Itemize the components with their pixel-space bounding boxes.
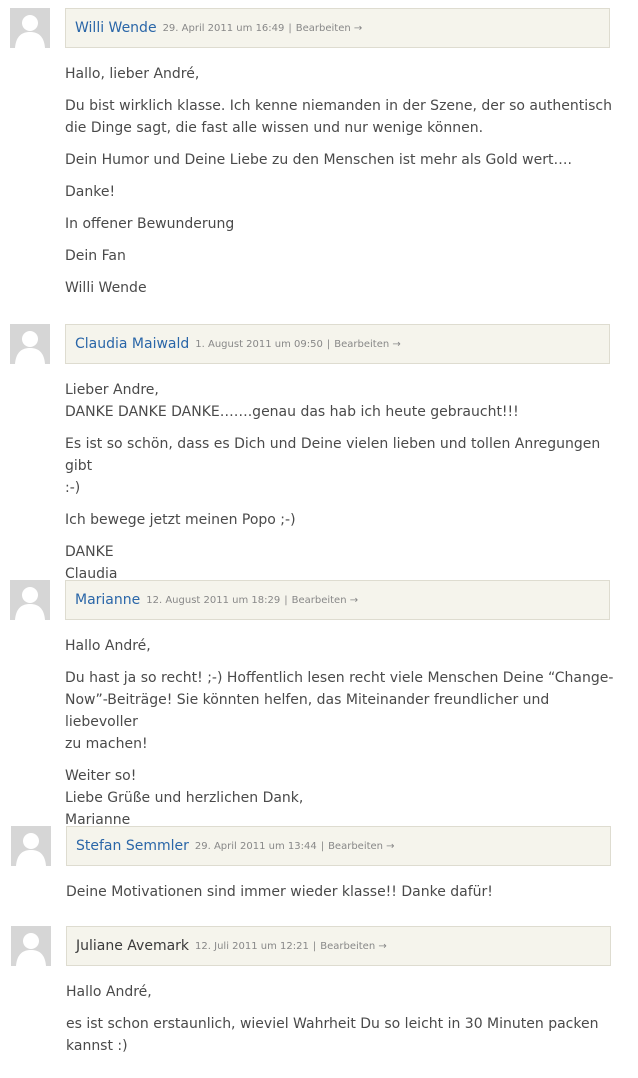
comment-paragraph: Hallo, lieber André, [65,63,620,85]
comment-date[interactable]: 29. April 2011 um 16:49 [163,23,285,34]
comment-paragraph: Es ist so schön, dass es Dich und Deine … [65,433,620,499]
avatar-icon [10,8,50,48]
comment-text-line: Es ist so schön, dass es Dich und Deine … [65,436,601,474]
comment-body: Hallo André, es ist schon erstaunlich, wi… [66,981,621,1067]
comment-text-line: In offener Bewunderung [65,216,235,232]
comment-paragraph: DANKE Claudia [65,541,620,585]
comment-text-line: es ist schon erstaunlich, wieviel Wahrhe… [66,1016,599,1032]
comment-date[interactable]: 12. August 2011 um 18:29 [146,595,280,606]
comment-meta: Claudia Maiwald 1. August 2011 um 09:50 | B… [65,324,610,364]
edit-link[interactable]: Bearbeiten → [334,339,401,350]
comment-text-line: kannst :) [66,1038,128,1054]
comment-author-link[interactable]: Marianne [75,592,140,608]
comment-paragraph: es ist schon erstaunlich, wieviel Wahrhe… [66,1013,621,1057]
comment-text-line: Danke! [65,184,116,200]
comment-text-line: Hallo André, [65,638,151,654]
comment-body: Hallo André, Du hast ja so recht! ;-) Hof… [65,635,620,841]
comment-text-line: Hallo, lieber André, [65,66,200,82]
comment-text-line: Du bist wirklich klasse. Ich kenne niema… [65,98,612,114]
edit-link[interactable]: Bearbeiten → [320,941,387,952]
comment-author-link: Juliane Avemark [76,938,190,954]
comment-text-line: Hallo André, [66,984,152,1000]
comment-paragraph: Du bist wirklich klasse. Ich kenne niema… [65,95,620,139]
comment-text-line: Du hast ja so recht! ;-) Hoffentlich les… [65,670,614,686]
comment-body: Lieber Andre, DANKE DANKE DANKE…….genau d… [65,379,620,595]
comment-meta: Stefan Semmler 29. April 2011 um 13:44 | Be… [66,826,611,866]
comment-text-line: die Dinge sagt, die fast alle wissen und… [65,120,484,136]
avatar-icon [10,324,50,364]
comment-paragraph: Lieber Andre, DANKE DANKE DANKE…….genau d… [65,379,620,423]
comment-paragraph: Hallo André, [66,981,621,1003]
comment-text-line: Weiter so! [65,768,137,784]
comment-paragraph: Hallo André, [65,635,620,657]
meta-separator: | [284,594,288,606]
comment-paragraph: Dein Fan [65,245,620,267]
edit-link[interactable]: Bearbeiten → [292,595,359,606]
comment-text-line: Liebe Grüße und herzlichen Dank, [65,790,304,806]
comment-paragraph: Willi Wende [65,277,620,299]
edit-link[interactable]: Bearbeiten → [296,23,363,34]
meta-separator: | [326,338,331,350]
comment-text-line: zu machen! [65,736,148,752]
comment-paragraph: Deine Motivationen sind immer wieder kla… [66,881,621,903]
comment-author-link[interactable]: Stefan Semmler [76,838,189,854]
comment-meta: Willi Wende 29. April 2011 um 16:49 | Bearb… [65,8,610,48]
edit-link[interactable]: Bearbeiten → [328,841,395,852]
comment-text-line: Deine Motivationen sind immer wieder kla… [66,884,493,900]
meta-separator: | [312,940,317,952]
comment-author-link[interactable]: Claudia Maiwald [75,336,189,352]
comment-text-line: Willi Wende [65,280,147,296]
comment-paragraph: Du hast ja so recht! ;-) Hoffentlich les… [65,667,620,755]
avatar-icon [10,580,50,620]
comment-date[interactable]: 12. Juli 2011 um 12:21 [195,941,309,952]
comment-paragraph: Weiter so! Liebe Grüße und herzlichen Dan… [65,765,620,831]
meta-separator: | [288,22,292,34]
avatar-icon [11,926,51,966]
comment-paragraph: In offener Bewunderung [65,213,620,235]
comment-text-line: DANKE DANKE DANKE…….genau das hab ich he… [65,404,519,420]
comment-text-line: DANKE [65,544,114,560]
comment-text-line: Lieber Andre, [65,382,159,398]
comment-author-link[interactable]: Willi Wende [75,20,157,36]
comment-text-line: :-) [65,480,81,496]
comment-date[interactable]: 1. August 2011 um 09:50 [195,339,323,350]
comment-meta: Marianne 12. August 2011 um 18:29 | Bearbei… [65,580,610,620]
comment-text-line: Dein Humor und Deine Liebe zu den Mensch… [65,152,572,168]
meta-separator: | [320,840,325,852]
comment-text-line: Now”-Beiträge! Sie könnten helfen, das M… [65,692,550,730]
comment-body: Hallo, lieber André, Du bist wirklich kla… [65,63,620,309]
comment-text-line: Ich bewege jetzt meinen Popo ;-) [65,512,296,528]
comment-text-line: Dein Fan [65,248,126,264]
comment-paragraph: Ich bewege jetzt meinen Popo ;-) [65,509,620,531]
comment-date[interactable]: 29. April 2011 um 13:44 [195,841,317,852]
comment-body: Deine Motivationen sind immer wieder kla… [66,881,621,913]
comment-meta: Juliane Avemark 12. Juli 2011 um 12:21 | Be… [66,926,611,966]
avatar-icon [11,826,51,866]
comment-paragraph: Danke! [65,181,620,203]
comment-paragraph: Dein Humor und Deine Liebe zu den Mensch… [65,149,620,171]
